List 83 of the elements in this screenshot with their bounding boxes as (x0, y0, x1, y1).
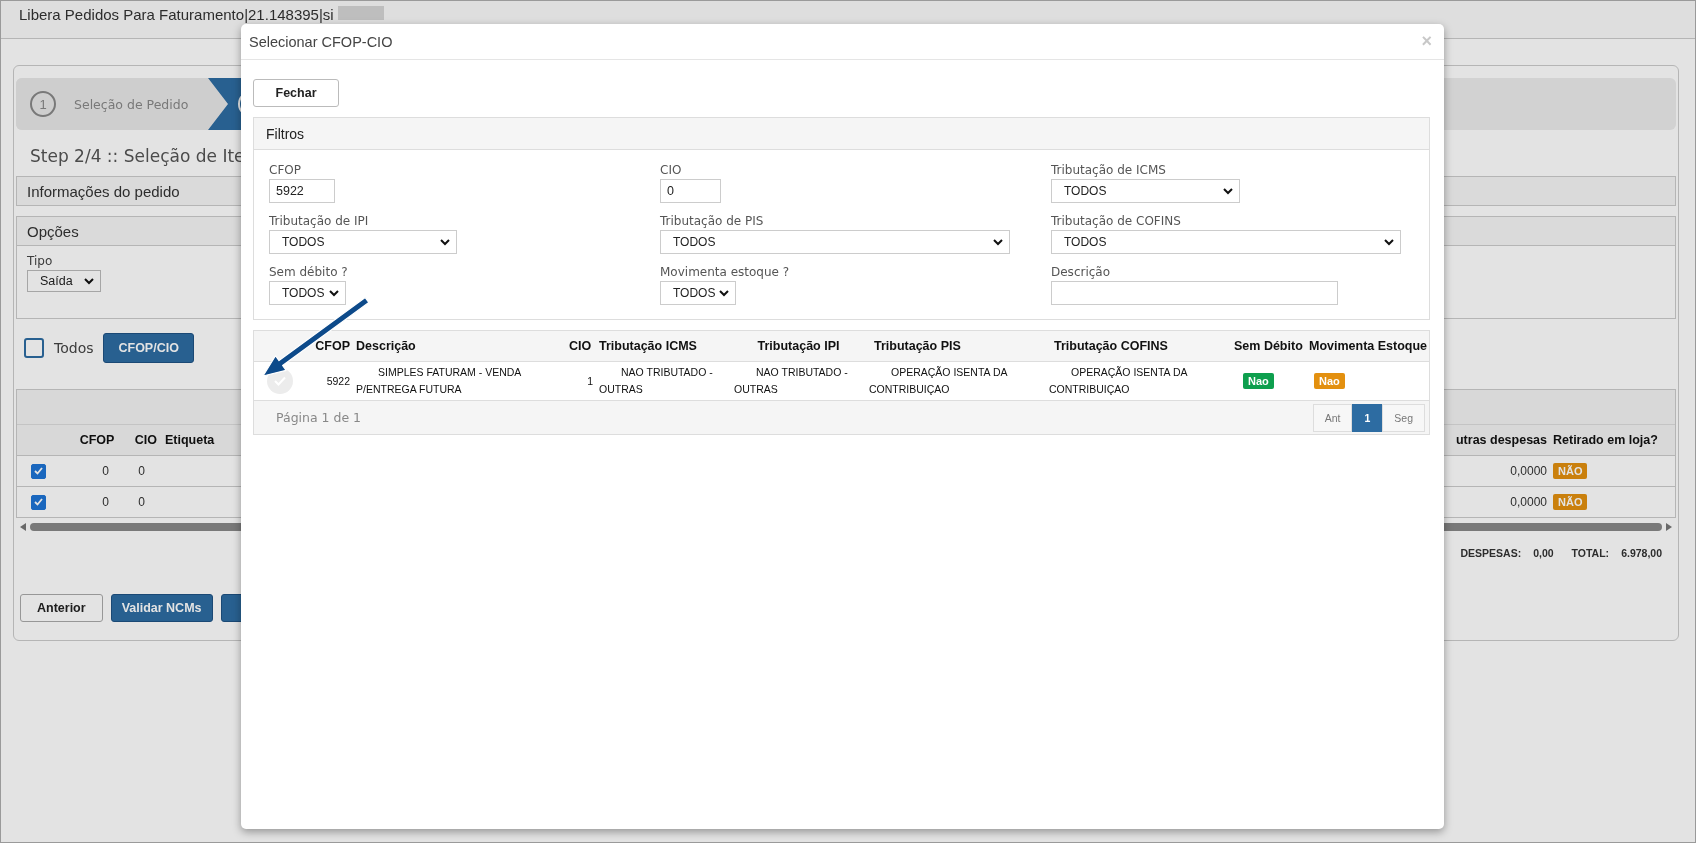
field-label: Tipo (27, 254, 53, 268)
column-header: Descrição (355, 339, 417, 353)
table-cell-text: 0 (137, 495, 145, 509)
page-button[interactable]: Ant (1312, 403, 1353, 432)
page-button[interactable]: Seg (1382, 403, 1425, 432)
column-header: Retirado em loja? (1552, 433, 1659, 447)
checkmark-icon (34, 467, 43, 475)
page-title: Libera Pedidos Para Faturamento|21.148395|si (19, 6, 334, 23)
column-header: Tributação ICMS (598, 339, 698, 353)
column-header: utras despesas (1454, 433, 1547, 447)
table-cell-text: 0 (101, 464, 109, 478)
field-label: Tributação de COFINS (1051, 214, 1182, 229)
input-field[interactable] (1051, 281, 1338, 305)
table-cell-text: 0,0000 (1509, 464, 1547, 478)
column-header: CIO (133, 433, 157, 447)
field-label: Sem débito ? (269, 265, 348, 280)
type-dropdown[interactable]: Saída (27, 270, 101, 292)
column-header: Tributação PIS (873, 339, 962, 353)
chevron-down-icon (993, 238, 1003, 246)
field-label: CIO (660, 163, 683, 178)
dropdown[interactable]: TODOS (1051, 230, 1401, 254)
chevron-down-icon (1384, 238, 1394, 246)
dropdown[interactable]: TODOS (660, 230, 1010, 254)
table-cell-text: 0,0000 (1509, 495, 1547, 509)
field-label: Tributação de PIS (660, 214, 765, 229)
column-header: Sem Débito (1233, 339, 1304, 353)
total-value: 6.978,00 (1621, 547, 1662, 559)
field-label: CFOP (269, 163, 302, 178)
scroll-left-icon[interactable] (20, 523, 26, 531)
input-field[interactable]: 0 (660, 179, 721, 203)
input-field[interactable]: 5922 (269, 179, 335, 203)
field-label: Movimenta estoque ? (660, 265, 790, 280)
table-cell-text: OPERAÇÃO ISENTA DA CONTRIBUIÇAO (1048, 364, 1189, 397)
field-label: Tributação de IPI (269, 214, 370, 229)
checkbox-label: Todos (54, 340, 94, 356)
field-label: Tributação de ICMS (1051, 163, 1167, 178)
column-header: Tributação COFINS (1053, 339, 1169, 353)
dropdown[interactable]: TODOS (1051, 179, 1240, 203)
step-number: 1 (30, 91, 56, 117)
action-button[interactable]: Anterior (20, 594, 103, 622)
scroll-right-icon[interactable] (1666, 523, 1672, 531)
table-cell-text: 0 (101, 495, 109, 509)
total-value: 0,00 (1533, 547, 1554, 559)
chevron-down-icon (719, 289, 729, 297)
page-button[interactable]: 1 (1352, 403, 1383, 432)
table-cell-text: SIMPLES FATURAM - VENDA P/ENTREGA FUTURA (355, 364, 522, 397)
page-summary: Página 1 de 1 (276, 410, 362, 425)
chevron-down-icon (440, 238, 450, 246)
blurred-area (337, 6, 384, 20)
column-header: CFOP (314, 339, 351, 353)
close-dialog-button[interactable]: Fechar (253, 79, 339, 107)
status-badge: NÃO (1553, 463, 1588, 479)
column-header: Tributação IPI (756, 339, 841, 353)
status-badge: Nao (1243, 373, 1274, 389)
action-button[interactable]: Validar NCMs (110, 594, 213, 622)
checkbox[interactable] (24, 338, 44, 358)
cfop-cio-button[interactable]: CFOP/CIO (103, 333, 194, 363)
column-header: Etiqueta (164, 433, 216, 447)
table-cell-text: NAO TRIBUTADO - OUTRAS (598, 364, 714, 397)
table-cell-text: 5922 (325, 375, 351, 387)
total-label: TOTAL: (1571, 547, 1610, 559)
column-header: CFOP (78, 433, 116, 447)
checkmark-icon (34, 498, 43, 506)
dialog-title: Selecionar CFOP-CIO (249, 33, 393, 50)
panel-title: Filtros (254, 118, 1429, 150)
total-label: DESPESAS: (1460, 547, 1522, 559)
status-badge: Nao (1314, 373, 1345, 389)
status-badge: NÃO (1553, 494, 1588, 510)
dropdown[interactable]: TODOS (660, 281, 736, 305)
row-checkbox[interactable] (31, 463, 46, 479)
field-label: Descrição (1051, 265, 1112, 280)
dropdown[interactable]: TODOS (269, 230, 457, 254)
table-cell-text: NAO TRIBUTADO - OUTRAS (733, 364, 849, 397)
table-cell-text: 0 (137, 464, 145, 478)
dropdown[interactable]: TODOS (269, 281, 346, 305)
row-checkbox[interactable] (31, 494, 46, 510)
table-cell-text: OPERAÇÃO ISENTA DA CONTRIBUIÇAO (868, 364, 1009, 397)
chevron-down-icon (329, 289, 339, 297)
chevron-down-icon (1223, 187, 1233, 195)
column-header: Movimenta Estoque (1308, 339, 1429, 353)
table-cell-text: 1 (586, 375, 594, 387)
chevron-down-icon (84, 277, 94, 285)
column-header: CIO (568, 339, 593, 353)
